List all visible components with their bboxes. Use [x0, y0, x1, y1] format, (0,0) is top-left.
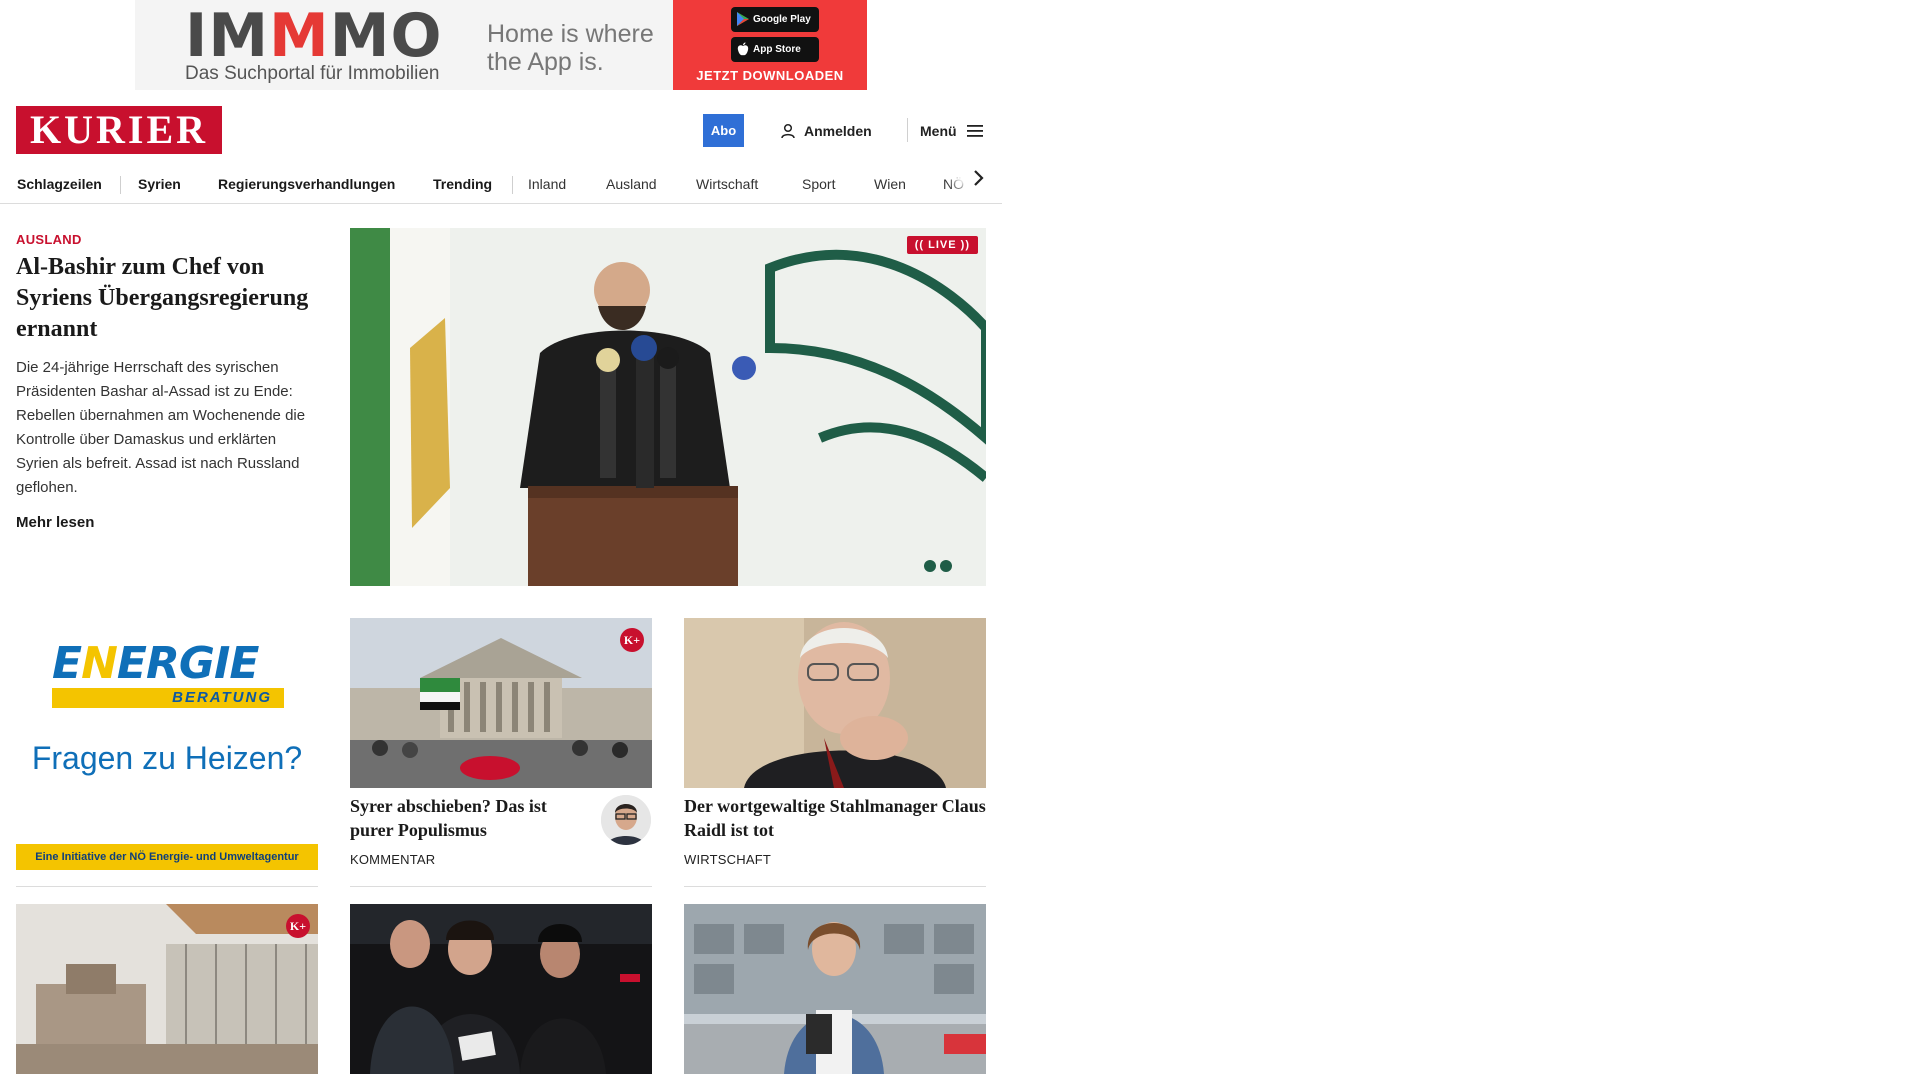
energie-logo: ENERGIE — [52, 638, 259, 689]
nav-item-wirtschaft[interactable]: Wirtschaft — [696, 164, 758, 204]
divider — [16, 886, 318, 887]
divider — [350, 886, 652, 887]
card-image-syrer[interactable]: K+ — [350, 618, 652, 788]
divider — [684, 886, 986, 887]
login-button[interactable]: Anmelden — [780, 120, 872, 142]
header-divider — [907, 118, 908, 142]
immmo-cta-label[interactable]: JETZT DOWNLOADEN — [673, 68, 867, 84]
energie-beratung-ad[interactable]: ENERGIE BERATUNG Fragen zu Heizen? Eine … — [16, 618, 318, 870]
nav-scroll-right-button[interactable] — [968, 168, 988, 188]
nav-divider — [120, 176, 121, 194]
card-category[interactable]: WIRTSCHAFT — [684, 852, 771, 868]
nav-item-regierungsverhandlungen[interactable]: Regierungsverhandlungen — [218, 164, 395, 204]
nav-item-inland[interactable]: Inland — [528, 164, 566, 204]
nav-item-wien[interactable]: Wien — [874, 164, 906, 204]
google-play-badge[interactable]: Google Play — [731, 7, 819, 32]
nav-item-sport[interactable]: Sport — [802, 164, 835, 204]
lead-photo — [350, 228, 986, 586]
menu-label: Menü — [920, 123, 957, 139]
nav-item-noe[interactable]: NÖ — [943, 164, 964, 204]
kurier-logo[interactable]: KURIER — [16, 106, 222, 154]
read-more-link[interactable]: Mehr lesen — [16, 513, 94, 533]
immmo-logo: IMMMO — [185, 1, 443, 71]
card-category[interactable]: KOMMENTAR — [350, 852, 435, 868]
immmo-tagline: Das Suchportal für Immobilien — [185, 63, 440, 84]
lead-image[interactable]: (( LIVE )) — [350, 228, 986, 586]
immmo-ad-banner[interactable]: IMMMO Das Suchportal für Immobilien Home… — [135, 0, 867, 90]
nav-item-schlagzeilen[interactable]: Schlagzeilen — [17, 164, 102, 204]
user-icon — [781, 123, 795, 139]
nav-item-ausland[interactable]: Ausland — [606, 164, 657, 204]
card-photo — [350, 904, 652, 1074]
card-photo — [16, 904, 318, 1074]
card-image-student[interactable] — [684, 904, 986, 1074]
kplus-badge: K+ — [620, 628, 644, 652]
login-label: Anmelden — [804, 123, 872, 139]
card-photo — [350, 618, 652, 788]
lead-teaser: Die 24-jährige Herrschaft des syrischen … — [16, 359, 306, 496]
hamburger-menu-icon — [966, 125, 983, 137]
energie-ad-question: Fragen zu Heizen? — [31, 740, 303, 776]
google-play-icon — [737, 12, 749, 26]
menu-button[interactable]: Menü — [920, 120, 983, 142]
live-badge: (( LIVE )) — [906, 236, 978, 254]
app-store-badge[interactable]: App Store — [731, 37, 819, 62]
energie-ad-footer: Eine Initiative der NÖ Energie- und Umwe… — [16, 844, 318, 870]
kplus-badge: K+ — [286, 914, 310, 938]
card-image-building[interactable]: K+ — [16, 904, 318, 1074]
card-image-arrest[interactable] — [350, 904, 652, 1074]
immmo-cta-panel[interactable]: Google Play App Store JETZT DOWNLOADEN — [673, 0, 867, 90]
section-nav: Schlagzeilen Syrien Regierungsverhandlun… — [0, 164, 1002, 204]
nav-divider — [512, 176, 513, 194]
card-photo — [684, 904, 986, 1074]
apple-icon — [737, 42, 749, 56]
nav-item-trending[interactable]: Trending — [433, 164, 492, 204]
chevron-right-icon — [974, 170, 984, 186]
nav-item-syrien[interactable]: Syrien — [138, 164, 181, 204]
lead-category[interactable]: AUSLAND — [16, 232, 82, 248]
author-avatar — [601, 795, 651, 845]
energie-logo-sub: BERATUNG — [52, 688, 284, 708]
card-image-raidl[interactable] — [684, 618, 986, 788]
card-headline[interactable]: Syrer abschieben? Das ist purer Populism… — [350, 794, 590, 842]
immmo-slogan: Home is where the App is. — [487, 20, 654, 76]
card-photo — [684, 618, 986, 788]
lead-headline[interactable]: Al-Bashir zum Chef von Syriens Übergangs… — [16, 252, 316, 345]
abo-button[interactable]: Abo — [703, 114, 744, 147]
card-headline[interactable]: Der wortgewaltige Stahlmanager Claus Rai… — [684, 794, 986, 842]
author-photo — [601, 795, 651, 845]
